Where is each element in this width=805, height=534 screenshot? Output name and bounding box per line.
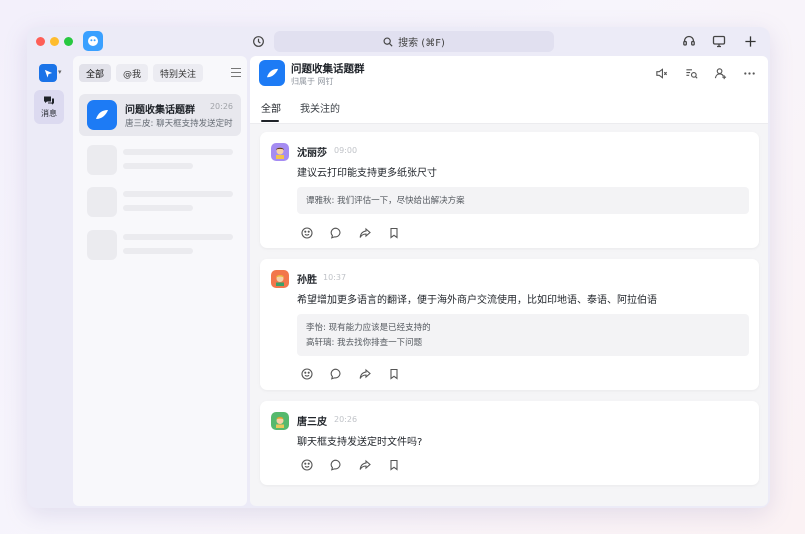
post-author[interactable]: 唐三皮 bbox=[297, 413, 327, 428]
comment-icon[interactable] bbox=[329, 458, 343, 472]
post-author[interactable]: 沈丽莎 bbox=[297, 144, 327, 159]
nav-rail: ▾ 消息 bbox=[27, 56, 71, 508]
user-avatar[interactable] bbox=[271, 143, 289, 161]
titlebar: 搜索 (⌘F) bbox=[27, 27, 770, 56]
reply-box[interactable]: 李怡: 现有能力应该是已经支持的 高轩璃: 我去找你排查一下问题 bbox=[297, 314, 749, 356]
forward-icon[interactable] bbox=[358, 367, 372, 381]
topic-card[interactable]: 沈丽莎 09:00 建议云打印能支持更多纸张尺寸 谭雅秋: 我们评估一下，尽快给… bbox=[260, 132, 759, 248]
minimize-window-button[interactable] bbox=[50, 37, 59, 46]
more-icon[interactable] bbox=[742, 66, 756, 80]
post-time: 20:26 bbox=[334, 415, 358, 424]
conversation-name: 问题收集话题群 bbox=[125, 105, 195, 116]
post-author[interactable]: 孙胜 bbox=[297, 271, 317, 286]
post-actions bbox=[300, 226, 401, 240]
conversation-preview: 唐三皮: 聊天框支持发送定时文件吗? bbox=[125, 119, 233, 129]
chat-subtitle: 归属于 网钉 bbox=[291, 77, 334, 86]
user-avatar[interactable] bbox=[271, 412, 289, 430]
bookmark-icon[interactable] bbox=[387, 226, 401, 240]
forward-icon[interactable] bbox=[358, 226, 372, 240]
post-text: 希望增加更多语言的翻译，便于海外商户交流使用，比如印地语、泰语、阿拉伯语 bbox=[297, 295, 657, 306]
post-time: 10:37 bbox=[323, 273, 347, 282]
comment-icon[interactable] bbox=[329, 367, 343, 381]
filter-mentions[interactable]: @我 bbox=[116, 64, 149, 82]
topic-card[interactable]: 唐三皮 20:26 聊天框支持发送定时文件吗? bbox=[260, 401, 759, 485]
active-tab-indicator bbox=[261, 120, 279, 122]
filter-tabs: 全部 @我 特别关注 bbox=[79, 64, 204, 82]
search-bar[interactable]: 搜索 (⌘F) bbox=[274, 31, 554, 52]
user-avatar[interactable] bbox=[271, 270, 289, 288]
reply-text: 李怡: 现有能力应该是已经支持的 bbox=[306, 323, 431, 333]
emoji-reaction-icon[interactable] bbox=[300, 367, 314, 381]
app-window: 搜索 (⌘F) ▾ 消息 全部 @我 特别关注 问题收集话题群 20:26 唐三… bbox=[27, 27, 770, 508]
close-window-button[interactable] bbox=[36, 37, 45, 46]
forward-icon[interactable] bbox=[358, 458, 372, 472]
emoji-reaction-icon[interactable] bbox=[300, 226, 314, 240]
app-logo-icon[interactable] bbox=[83, 31, 103, 51]
chevron-down-icon[interactable]: ▾ bbox=[58, 68, 62, 76]
help-headset-icon[interactable] bbox=[681, 33, 697, 49]
conversation-list: 全部 @我 特别关注 问题收集话题群 20:26 唐三皮: 聊天框支持发送定时文… bbox=[73, 56, 247, 506]
post-actions bbox=[300, 367, 401, 381]
reply-box[interactable]: 谭雅秋: 我们评估一下，尽快给出解决方案 bbox=[297, 187, 749, 214]
reply-text: 谭雅秋: 我们评估一下，尽快给出解决方案 bbox=[306, 196, 465, 206]
list-item-placeholder bbox=[87, 145, 233, 177]
post-actions bbox=[300, 458, 401, 472]
filter-all[interactable]: 全部 bbox=[79, 64, 112, 82]
search-messages-icon[interactable] bbox=[684, 66, 698, 80]
filter-special-follow[interactable]: 特别关注 bbox=[153, 64, 204, 82]
tab-all[interactable]: 全部 bbox=[261, 100, 281, 115]
search-icon bbox=[383, 36, 393, 47]
nav-messages-label: 消息 bbox=[41, 109, 57, 118]
search-placeholder: 搜索 (⌘F) bbox=[398, 38, 445, 49]
screen-share-icon[interactable] bbox=[711, 33, 727, 49]
conversation-item[interactable]: 问题收集话题群 20:26 唐三皮: 聊天框支持发送定时文件吗? bbox=[79, 94, 241, 136]
list-menu-icon[interactable] bbox=[231, 68, 241, 77]
conversation-time: 20:26 bbox=[209, 102, 233, 111]
list-item-placeholder bbox=[87, 230, 233, 262]
chat-title[interactable]: 问题收集话题群 bbox=[291, 61, 365, 76]
bookmark-icon[interactable] bbox=[387, 458, 401, 472]
reply-text: 高轩璃: 我去找你排查一下问题 bbox=[306, 338, 423, 348]
workspace-logo-icon[interactable] bbox=[39, 64, 57, 82]
tab-following[interactable]: 我关注的 bbox=[300, 100, 340, 115]
chat-bubble-icon bbox=[44, 96, 54, 105]
list-item-placeholder bbox=[87, 187, 233, 219]
group-avatar-icon[interactable] bbox=[259, 60, 285, 86]
nav-messages[interactable]: 消息 bbox=[34, 90, 64, 124]
group-avatar-icon bbox=[87, 100, 117, 130]
zoom-window-button[interactable] bbox=[64, 37, 73, 46]
add-member-icon[interactable] bbox=[713, 66, 727, 80]
post-text: 建议云打印能支持更多纸张尺寸 bbox=[297, 168, 437, 179]
plus-icon[interactable] bbox=[742, 33, 758, 49]
post-text: 聊天框支持发送定时文件吗? bbox=[297, 437, 423, 448]
topic-card[interactable]: 孙胜 10:37 希望增加更多语言的翻译，便于海外商户交流使用，比如印地语、泰语… bbox=[260, 259, 759, 390]
chat-header: 问题收集话题群 归属于 网钉 全部 我关注的 bbox=[250, 56, 768, 124]
mute-icon[interactable] bbox=[654, 66, 668, 80]
post-time: 09:00 bbox=[334, 146, 358, 155]
chat-panel: 问题收集话题群 归属于 网钉 全部 我关注的 沈丽莎 09:00 建议云打印能支… bbox=[250, 56, 768, 506]
bookmark-icon[interactable] bbox=[387, 367, 401, 381]
emoji-reaction-icon[interactable] bbox=[300, 458, 314, 472]
comment-icon[interactable] bbox=[329, 226, 343, 240]
history-icon[interactable] bbox=[250, 33, 266, 49]
